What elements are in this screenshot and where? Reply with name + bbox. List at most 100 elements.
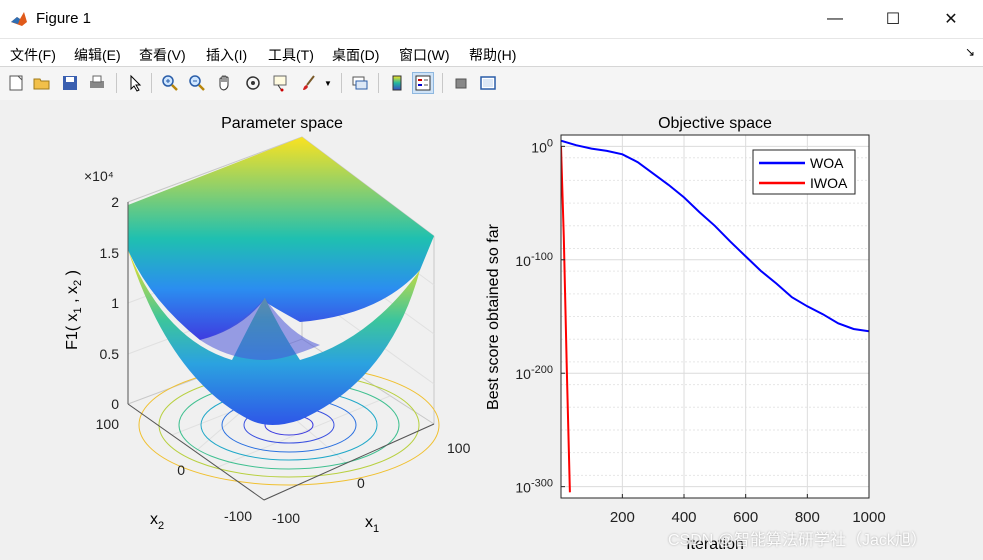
menu-help[interactable]: 帮助(H) — [469, 45, 516, 65]
zoom-in-icon — [162, 75, 178, 91]
menu-edit[interactable]: 编辑(E) — [74, 45, 121, 65]
toolbar-separator — [378, 73, 379, 93]
menu-bar: 文件(F) 编辑(E) 查看(V) 插入(I) 工具(T) 桌面(D) 窗口(W… — [0, 38, 983, 67]
show-plot-tools-button[interactable] — [477, 72, 499, 94]
menu-tools[interactable]: 工具(T) — [268, 45, 314, 65]
z-tick-label: 0 — [111, 396, 119, 412]
legend-label-woa: WOA — [810, 155, 844, 171]
x2-label-text: x — [150, 511, 158, 528]
right-plot-title: Objective space — [658, 115, 772, 132]
minimize-button[interactable]: — — [812, 0, 858, 38]
new-file-icon — [9, 75, 23, 91]
y-tick-label: 100 — [531, 137, 553, 155]
zoom-out-icon — [189, 75, 205, 91]
figure-svg: Parameter space 0 0.5 1 1.5 2 ×10⁴ F1(x… — [64, 115, 886, 553]
z-label-text: F1( x — [64, 313, 81, 349]
figure-canvas: Parameter space 0 0.5 1 1.5 2 ×10⁴ F1(x… — [0, 100, 983, 555]
z-tick-label: 1 — [111, 295, 119, 311]
z-exponent-label: ×10⁴ — [84, 168, 114, 184]
legend-label-iwoa: IWOA — [810, 175, 848, 191]
edit-plot-button[interactable] — [124, 72, 146, 94]
brush-dropdown-button[interactable]: ▼ — [322, 72, 334, 94]
maximize-icon: ☐ — [885, 11, 901, 28]
z-axis-label: F1( x1 , x2 ) — [64, 270, 84, 350]
z-label-end: ) — [64, 270, 81, 280]
data-tip-icon — [273, 75, 287, 92]
show-plot-tools-icon — [480, 76, 496, 90]
legend[interactable]: WOA IWOA — [752, 149, 856, 195]
x-tick-label: 400 — [671, 509, 696, 526]
menu-insert[interactable]: 插入(I) — [206, 45, 247, 65]
data-cursor-button[interactable] — [270, 72, 292, 94]
rotate-3d-icon — [246, 76, 260, 90]
zoom-in-button[interactable] — [159, 72, 181, 94]
toolbar-separator — [116, 73, 117, 93]
brush-icon — [303, 75, 315, 90]
surface-plot — [128, 137, 434, 425]
watermark: CSDN @智能算法研学社（Jack旭） — [668, 532, 927, 549]
new-figure-button[interactable] — [5, 72, 27, 94]
x1-axis-label: x1 — [365, 514, 379, 535]
z-tick-label: 0.5 — [100, 346, 120, 362]
toolbar-separator — [151, 73, 152, 93]
legend-icon — [415, 75, 431, 91]
toolbar-separator — [442, 73, 443, 93]
pan-button[interactable] — [214, 72, 236, 94]
z-label-mid: , x — [64, 286, 81, 307]
link-plot-icon — [352, 76, 368, 90]
x2-tick-label: 100 — [96, 416, 120, 432]
z-tick-label: 1.5 — [100, 245, 120, 261]
x-tick-label: 800 — [795, 509, 820, 526]
x2-tick-label: 0 — [177, 462, 185, 478]
y-tick-label: 10-200 — [515, 364, 553, 382]
window-title: Figure 1 — [36, 10, 92, 27]
x2-axis-label: x2 — [150, 511, 164, 532]
close-button[interactable]: ✕ — [928, 0, 974, 38]
x1-label-text: x — [365, 514, 373, 531]
save-icon — [63, 76, 77, 90]
menu-desktop[interactable]: 桌面(D) — [332, 45, 379, 65]
toolbar-separator — [341, 73, 342, 93]
close-icon: ✕ — [944, 11, 958, 28]
x-tick-labels: 200 400 600 800 1000 — [610, 494, 886, 526]
matlab-logo-icon — [11, 12, 27, 26]
left-axes: Parameter space 0 0.5 1 1.5 2 ×10⁴ F1(x… — [64, 115, 471, 535]
rotate-3d-button[interactable] — [242, 72, 264, 94]
x2-tick-label: -100 — [224, 508, 252, 524]
brush-button[interactable] — [298, 72, 320, 94]
chevron-down-icon: ▼ — [324, 78, 332, 88]
minimize-icon: — — [827, 10, 843, 27]
insert-colorbar-button[interactable] — [386, 72, 408, 94]
window-titlebar: Figure 1 — ☐ ✕ — [0, 0, 983, 38]
colorbar-icon — [392, 75, 402, 91]
menu-file[interactable]: 文件(F) — [10, 45, 56, 65]
menu-window[interactable]: 窗口(W) — [399, 45, 450, 65]
hide-plot-tools-icon — [455, 78, 467, 89]
x-tick-label: 1000 — [852, 509, 885, 526]
open-file-button[interactable] — [31, 72, 53, 94]
zoom-out-button[interactable] — [186, 72, 208, 94]
save-button[interactable] — [59, 72, 81, 94]
y-tick-label: 10-300 — [515, 478, 553, 496]
x-tick-label: 200 — [610, 509, 635, 526]
dock-arrow-icon[interactable]: ↘ — [965, 45, 975, 59]
z-tick-label: 2 — [111, 194, 119, 210]
figure-toolbar: ▼ — [0, 66, 983, 101]
x1-tick-label: 100 — [447, 440, 471, 456]
x1-tick-label: 0 — [357, 475, 365, 491]
x1-tick-label: -100 — [272, 510, 300, 526]
printer-icon — [90, 75, 104, 88]
folder-open-icon — [33, 78, 50, 90]
hide-plot-tools-button[interactable] — [450, 72, 472, 94]
hand-pan-icon — [219, 75, 229, 91]
insert-legend-button[interactable] — [412, 72, 434, 94]
menu-view[interactable]: 查看(V) — [139, 45, 186, 65]
z-tick-labels: 0 0.5 1 1.5 2 — [100, 194, 120, 412]
y-axis-label: Best score obtained so far — [485, 223, 502, 410]
print-button[interactable] — [86, 72, 108, 94]
link-plot-button[interactable] — [349, 72, 371, 94]
right-axes: Objective space 100 10-100 10-200 10-300 20… — [485, 115, 886, 553]
maximize-button[interactable]: ☐ — [870, 0, 916, 38]
left-plot-title: Parameter space — [221, 115, 343, 132]
pointer-arrow-icon — [130, 74, 142, 92]
